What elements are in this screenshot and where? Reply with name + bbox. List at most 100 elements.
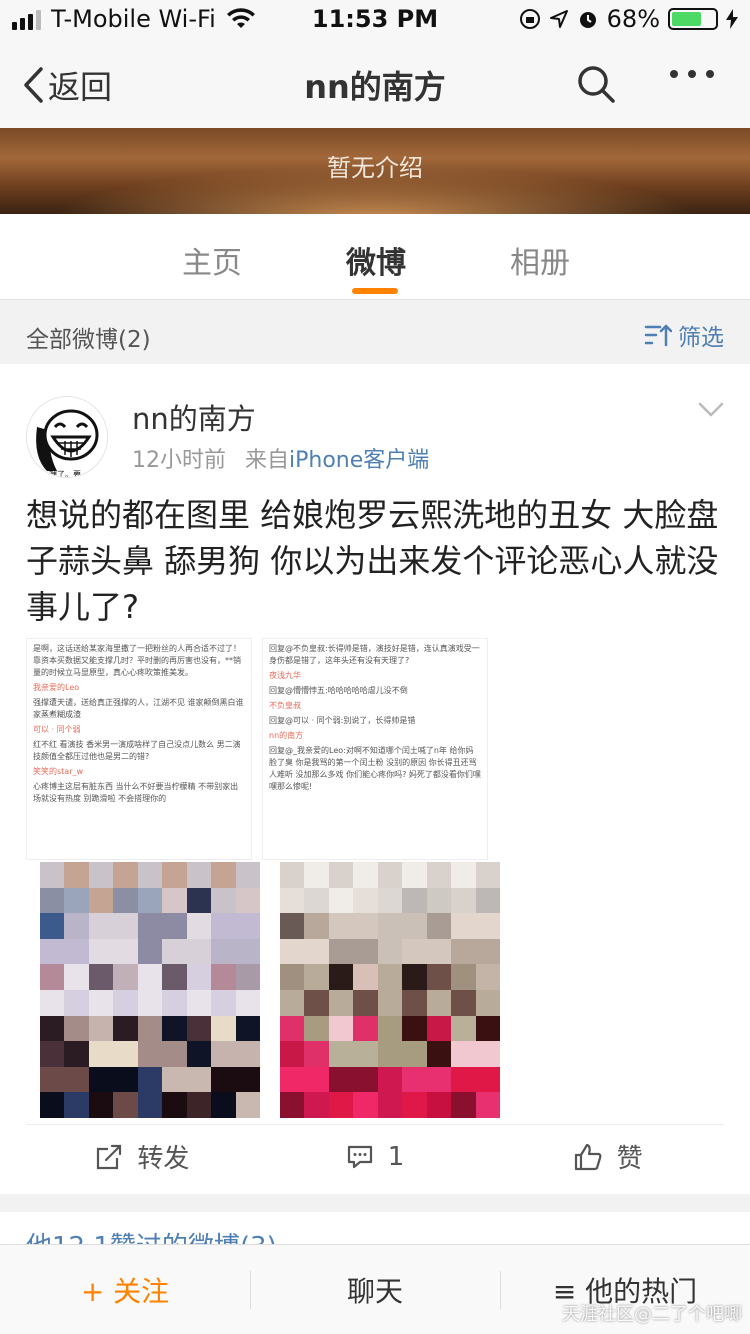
- mosaic-block: [328, 1092, 354, 1118]
- screenshot-line: 回复@懵懵悖五:哈哈哈哈哈虐儿没不倒: [269, 686, 408, 695]
- mosaic-block: [113, 1041, 138, 1067]
- post-image-2[interactable]: 回复@不负皇叔:长得帅是错，演技好是错，连认真演戏受一身伤都是错了，这年头还有没…: [262, 638, 488, 860]
- thumbs-up-icon: [574, 1143, 602, 1170]
- mosaic-block: [377, 964, 403, 990]
- mosaic-block: [137, 938, 163, 965]
- rotation-lock-icon: [519, 9, 540, 29]
- mosaic-block: [475, 887, 500, 914]
- mosaic-block: [280, 1015, 305, 1042]
- mosaic-block: [402, 1015, 427, 1042]
- mosaic-block: [426, 1041, 452, 1067]
- mosaic-block: [137, 1066, 163, 1093]
- tab-weibo[interactable]: 微博: [346, 238, 406, 282]
- follow-button[interactable]: + 关注: [0, 1245, 250, 1334]
- mosaic-block: [328, 1041, 354, 1067]
- mosaic-block: [304, 1092, 329, 1118]
- page-title: nn的南方: [304, 68, 446, 106]
- repost-button[interactable]: 转发: [26, 1125, 259, 1188]
- mosaic-block: [88, 887, 114, 914]
- mosaic-block: [186, 1041, 212, 1067]
- chat-button[interactable]: 聊天: [250, 1245, 500, 1334]
- mosaic-block: [426, 887, 452, 914]
- screenshot-name: 夜浅九华: [269, 671, 301, 680]
- mosaic-block: [377, 1041, 403, 1067]
- mosaic-block: [402, 887, 427, 914]
- post-source[interactable]: iPhone客户端: [289, 448, 429, 473]
- mosaic-block: [475, 1015, 500, 1042]
- active-tab-indicator: [352, 288, 398, 294]
- mosaic-block: [137, 887, 163, 914]
- mosaic-block: [137, 990, 163, 1016]
- mosaic-block: [280, 862, 305, 888]
- mosaic-block: [280, 887, 305, 914]
- mosaic-block: [64, 964, 89, 990]
- mosaic-block: [40, 1066, 65, 1093]
- mosaic-block: [211, 913, 236, 939]
- status-bar: T-Mobile Wi-Fi 11:53 PM 68%: [0, 0, 750, 40]
- mosaic-block: [328, 938, 354, 965]
- mosaic-block: [426, 1015, 452, 1042]
- more-icon[interactable]: [670, 70, 714, 78]
- laughing-face-icon: 裸了。要: [27, 397, 107, 478]
- mosaic-block: [475, 1066, 500, 1093]
- search-icon[interactable]: [576, 64, 616, 104]
- mosaic-block: [40, 913, 65, 939]
- mosaic-block: [137, 1041, 163, 1067]
- mosaic-block: [235, 1092, 260, 1118]
- tab-album[interactable]: 相册: [510, 238, 570, 282]
- mosaic-block: [113, 990, 138, 1016]
- post-time: 12小时前: [132, 448, 226, 473]
- mosaic-block: [377, 887, 403, 914]
- like-label: 赞: [616, 1144, 643, 1174]
- mosaic-block: [328, 862, 354, 888]
- screenshot-line: 回复@_我亲爱的Leo:对啊不知道哪个闰土喊了n年 给你妈脸了臭 你是我骂的第一…: [269, 746, 481, 791]
- mosaic-block: [186, 913, 212, 939]
- post-image-1[interactable]: 是啊，这话送给某家海里撒了一把粉丝的人再合适不过了！靠资本买数据又能支撑几时？平…: [26, 638, 252, 860]
- mosaic-block: [40, 1041, 65, 1067]
- screenshot-name: 可以 · 同个弱: [33, 725, 81, 734]
- mosaic-block: [211, 862, 236, 888]
- screenshot-text: 是啊，这话送给某家海里撒了一把粉丝的人再合适不过了！靠资本买数据又能支撑几时？平…: [27, 639, 251, 812]
- mosaic-block: [353, 1066, 378, 1093]
- mosaic-block: [64, 862, 89, 888]
- mosaic-block: [451, 938, 476, 965]
- mosaic-block: [113, 913, 138, 939]
- screenshot-line: 心疼博主这层有脏东西 当什么不好要当柠檬精 不带别家出场就没有热度 别跪滑啦 不…: [33, 782, 239, 803]
- mosaic-block: [451, 964, 476, 990]
- screenshot-line: 是啊，这话送给某家海里撒了一把粉丝的人再合适不过了！靠资本买数据又能支撑几时？平…: [33, 644, 241, 677]
- svg-text:裸了。要: 裸了。要: [49, 469, 81, 478]
- mosaic-block: [235, 1041, 260, 1067]
- chevron-down-icon[interactable]: [698, 402, 724, 418]
- profile-tabs: 主页 微博 相册: [0, 214, 750, 300]
- mosaic-block: [40, 990, 65, 1016]
- mosaic-block: [402, 938, 427, 965]
- mosaic-block: [328, 1015, 354, 1042]
- like-button[interactable]: 赞: [491, 1125, 724, 1188]
- mosaic-block: [304, 1066, 329, 1093]
- mosaic-block: [304, 887, 329, 914]
- mosaic-block: [402, 990, 427, 1016]
- mosaic-block: [280, 964, 305, 990]
- mosaic-block: [328, 887, 354, 914]
- filter-label: 筛选: [678, 325, 724, 351]
- mosaic-block: [475, 913, 500, 939]
- post-author[interactable]: nn的南方: [132, 396, 256, 438]
- pixelated-photo-left[interactable]: [40, 862, 260, 1118]
- comment-button[interactable]: 1: [259, 1125, 492, 1188]
- pixelated-photo-right[interactable]: [280, 862, 500, 1118]
- mosaic-block: [40, 887, 65, 914]
- tab-home[interactable]: 主页: [182, 238, 242, 282]
- mosaic-block: [304, 1041, 329, 1067]
- mosaic-block: [211, 964, 236, 990]
- mosaic-block: [88, 990, 114, 1016]
- mosaic-block: [328, 1066, 354, 1093]
- avatar[interactable]: 裸了。要: [26, 396, 108, 478]
- mosaic-block: [40, 862, 65, 888]
- filter-button[interactable]: 筛选: [644, 318, 724, 352]
- mosaic-block: [377, 1092, 403, 1118]
- mosaic-block: [451, 1092, 476, 1118]
- mosaic-block: [64, 1092, 89, 1118]
- mosaic-block: [162, 1066, 187, 1093]
- mosaic-block: [88, 964, 114, 990]
- post-count: 全部微博(2): [26, 327, 151, 353]
